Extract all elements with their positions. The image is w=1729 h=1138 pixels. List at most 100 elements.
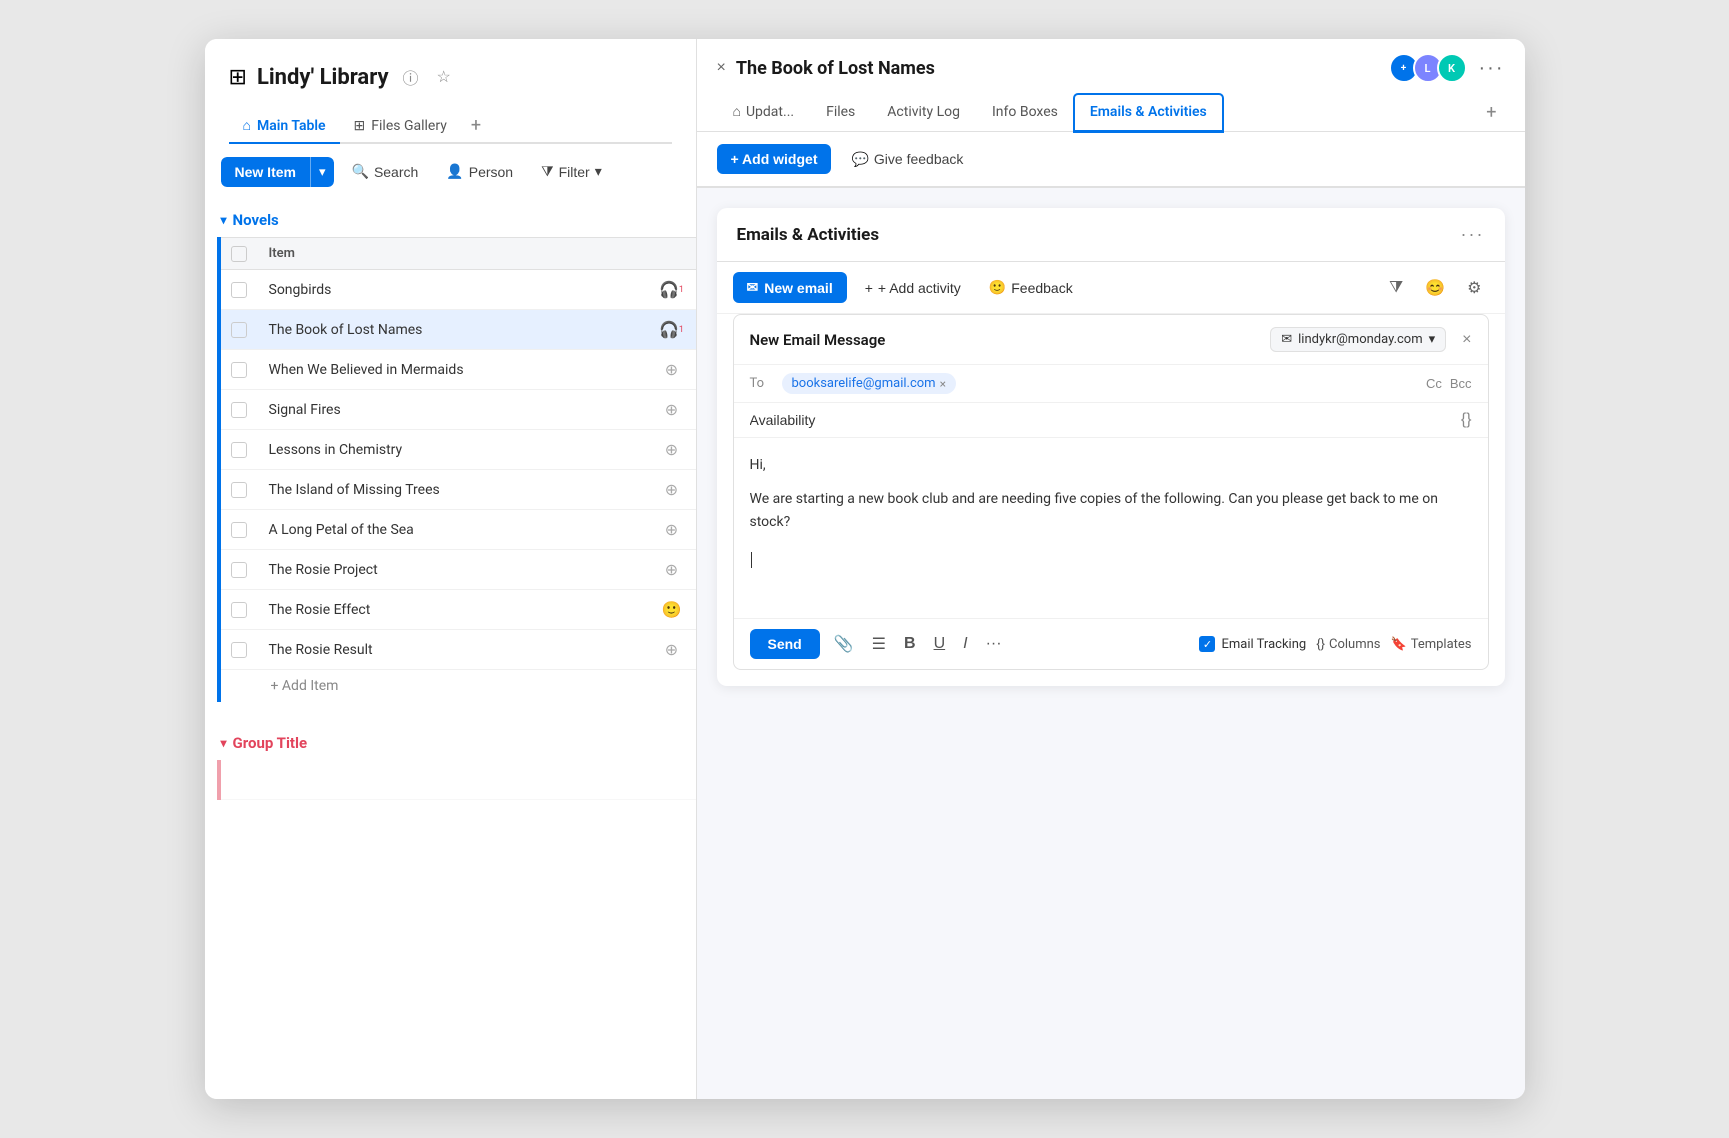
row-icon[interactable]: ⊕: [648, 640, 696, 659]
template-icon-button[interactable]: {}: [1461, 411, 1472, 429]
row-item-name: The Rosie Effect: [257, 594, 648, 626]
tab-main-table[interactable]: ⌂ Main Table: [229, 109, 340, 144]
row-checkbox[interactable]: [231, 362, 247, 378]
row-icon[interactable]: ⊕: [648, 400, 696, 419]
table-row[interactable]: When We Believed in Mermaids ⊕: [221, 350, 696, 390]
to-email-text: booksarelife@gmail.com: [792, 376, 936, 391]
group-title-section: ▾ Group Title: [205, 722, 696, 800]
to-email-chip[interactable]: booksarelife@gmail.com ×: [782, 373, 956, 394]
row-checkbox[interactable]: [231, 402, 247, 418]
tab-info-boxes[interactable]: Info Boxes: [976, 94, 1074, 132]
tab-updates[interactable]: ⌂ Updat...: [717, 93, 811, 132]
compose-body[interactable]: Hi, We are starting a new book club and …: [734, 438, 1488, 618]
group-title-chevron-icon: ▾: [221, 736, 227, 750]
person-button[interactable]: 👤 Person: [436, 156, 523, 187]
row-icon[interactable]: ⊕: [648, 560, 696, 579]
row-checkbox[interactable]: [231, 522, 247, 538]
widget-more-options[interactable]: ···: [1461, 224, 1485, 245]
feedback-button[interactable]: 🙂 Feedback: [979, 273, 1083, 302]
filter-button[interactable]: ⧩ Filter ▾: [531, 156, 612, 187]
table-row[interactable]: The Rosie Project ⊕: [221, 550, 696, 590]
home-icon: ⌂: [243, 117, 251, 134]
tab-files[interactable]: Files: [810, 94, 871, 132]
widget-title: Emails & Activities: [737, 225, 880, 245]
compose-from-selector[interactable]: ✉ lindykr@monday.com ▾: [1270, 327, 1446, 352]
person-icon: 👤: [446, 163, 463, 180]
more-options-button[interactable]: ···: [1479, 57, 1505, 80]
row-item-name: When We Believed in Mermaids: [257, 354, 648, 386]
row-icon[interactable]: ⊕: [648, 520, 696, 539]
row-checkbox-cell: [221, 562, 257, 578]
header-checkbox-cell: [221, 238, 257, 269]
row-item-name: Signal Fires: [257, 394, 648, 426]
row-checkbox[interactable]: [231, 482, 247, 498]
tab-files-gallery[interactable]: ⊞ Files Gallery: [340, 110, 461, 144]
table-row[interactable]: Songbirds 🎧1: [221, 270, 696, 310]
email-tracking-row: ✓ Email Tracking: [1199, 636, 1306, 652]
attach-button[interactable]: 📎: [830, 630, 858, 658]
new-email-button[interactable]: ✉ New email: [733, 272, 847, 303]
table-row[interactable]: The Rosie Effect 🙂: [221, 590, 696, 630]
send-button[interactable]: Send: [750, 629, 820, 659]
more-formatting-button[interactable]: ···: [982, 631, 1006, 657]
row-icon: 🎧1: [648, 280, 696, 299]
add-activity-button[interactable]: + + Add activity: [855, 274, 971, 302]
settings-button[interactable]: ⚙: [1460, 273, 1488, 303]
close-button[interactable]: ×: [717, 59, 726, 77]
row-icon[interactable]: 🙂: [648, 600, 696, 619]
group-title-header[interactable]: ▾ Group Title: [205, 722, 696, 760]
tracking-label: Email Tracking: [1221, 637, 1306, 652]
columns-button[interactable]: {} Columns: [1316, 637, 1380, 652]
emoji-button[interactable]: 😊: [1418, 273, 1452, 303]
add-widget-button[interactable]: + Add widget: [717, 144, 832, 174]
cc-button[interactable]: Cc: [1426, 376, 1442, 391]
bcc-button[interactable]: Bcc: [1450, 376, 1472, 391]
avatar-group: + L K: [1389, 53, 1467, 83]
chevron-down-icon: ▾: [1429, 332, 1436, 347]
bold-button[interactable]: B: [900, 631, 920, 657]
subject-input[interactable]: [750, 412, 1461, 428]
new-item-button[interactable]: New Item: [221, 157, 310, 187]
new-item-dropdown[interactable]: ▾: [310, 157, 334, 187]
compose-close-button[interactable]: ×: [1462, 331, 1471, 349]
row-checkbox-cell: [221, 642, 257, 658]
row-checkbox[interactable]: [231, 322, 247, 338]
tracking-checkbox[interactable]: ✓: [1199, 636, 1215, 652]
header-checkbox[interactable]: [231, 246, 247, 262]
search-button[interactable]: 🔍 Search: [342, 156, 429, 187]
table-row[interactable]: Lessons in Chemistry ⊕: [221, 430, 696, 470]
new-item-button-group: New Item ▾: [221, 157, 334, 187]
row-checkbox[interactable]: [231, 442, 247, 458]
row-checkbox[interactable]: [231, 642, 247, 658]
info-button[interactable]: ⓘ: [399, 63, 423, 91]
table-row[interactable]: A Long Petal of the Sea ⊕: [221, 510, 696, 550]
underline-button[interactable]: U: [930, 631, 950, 657]
table-row[interactable]: [221, 760, 696, 800]
compose-title: New Email Message: [750, 331, 886, 349]
row-icon: 🎧1: [648, 320, 696, 339]
filter-button[interactable]: ⧩: [1382, 274, 1410, 302]
add-item-row[interactable]: + Add Item: [221, 670, 696, 702]
table-row[interactable]: The Rosie Result ⊕: [221, 630, 696, 670]
row-checkbox[interactable]: [231, 602, 247, 618]
table-row[interactable]: The Book of Lost Names 🎧1: [221, 310, 696, 350]
novels-group-header[interactable]: ▾ Novels: [205, 199, 696, 237]
italic-button[interactable]: I: [959, 631, 971, 657]
give-feedback-button[interactable]: 💬 Give feedback: [841, 145, 973, 174]
row-icon[interactable]: ⊕: [648, 480, 696, 499]
table-row[interactable]: Signal Fires ⊕: [221, 390, 696, 430]
row-checkbox[interactable]: [231, 562, 247, 578]
chip-close-icon[interactable]: ×: [940, 377, 946, 391]
list-button[interactable]: ☰: [868, 630, 890, 658]
row-checkbox[interactable]: [231, 282, 247, 298]
table-row[interactable]: The Island of Missing Trees ⊕: [221, 470, 696, 510]
tab-add-button[interactable]: +: [461, 109, 491, 142]
tab-add-button[interactable]: +: [1478, 94, 1504, 131]
tab-emails-activities[interactable]: Emails & Activities: [1074, 94, 1223, 132]
body-text-line1: Hi,: [750, 454, 1472, 476]
tab-activity-log[interactable]: Activity Log: [871, 94, 976, 132]
row-icon[interactable]: ⊕: [648, 440, 696, 459]
star-button[interactable]: ☆: [433, 65, 455, 89]
templates-button[interactable]: 🔖 Templates: [1391, 637, 1472, 652]
row-icon[interactable]: ⊕: [648, 360, 696, 379]
